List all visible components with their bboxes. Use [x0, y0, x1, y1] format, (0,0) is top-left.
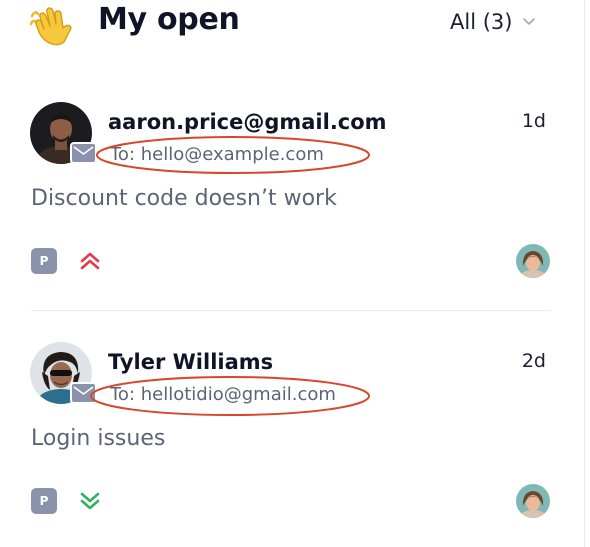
priority-high-icon: [80, 252, 100, 270]
contact-avatar: [30, 102, 97, 164]
page-title: My open: [98, 2, 240, 37]
chevron-down-icon: [523, 18, 536, 25]
timestamp: 1d: [521, 110, 546, 132]
tag-badge[interactable]: P: [31, 248, 57, 274]
filter-label: All (3): [450, 10, 513, 34]
sender-name: aaron.price@gmail.com: [108, 110, 387, 134]
panel-border: [584, 0, 585, 547]
inbox-header: My open All (3): [0, 0, 590, 56]
contact-avatar: [30, 342, 97, 404]
tag-badge[interactable]: P: [31, 488, 57, 514]
mail-icon: [72, 144, 95, 162]
assignee-avatar[interactable]: [516, 244, 550, 278]
filter-dropdown[interactable]: All (3): [450, 10, 536, 34]
waving-hand-icon: [29, 7, 72, 46]
list-divider: [31, 310, 551, 311]
mail-icon: [72, 384, 95, 402]
conversation-item[interactable]: Tyler Williams To: hellotidio@gmail.com …: [0, 336, 584, 547]
recipient-line: To: hellotidio@gmail.com: [110, 384, 336, 405]
assignee-avatar[interactable]: [516, 484, 550, 518]
email-channel-badge: [70, 382, 97, 404]
conversation-item[interactable]: aaron.price@gmail.com To: hello@example.…: [0, 96, 584, 308]
recipient-line: To: hello@example.com: [110, 144, 324, 165]
conversation-subject: Discount code doesn’t work: [31, 186, 337, 211]
timestamp: 2d: [521, 350, 546, 372]
sender-name: Tyler Williams: [108, 350, 274, 374]
email-channel-badge: [70, 142, 97, 164]
conversation-subject: Login issues: [31, 426, 166, 451]
priority-low-icon: [80, 492, 100, 510]
